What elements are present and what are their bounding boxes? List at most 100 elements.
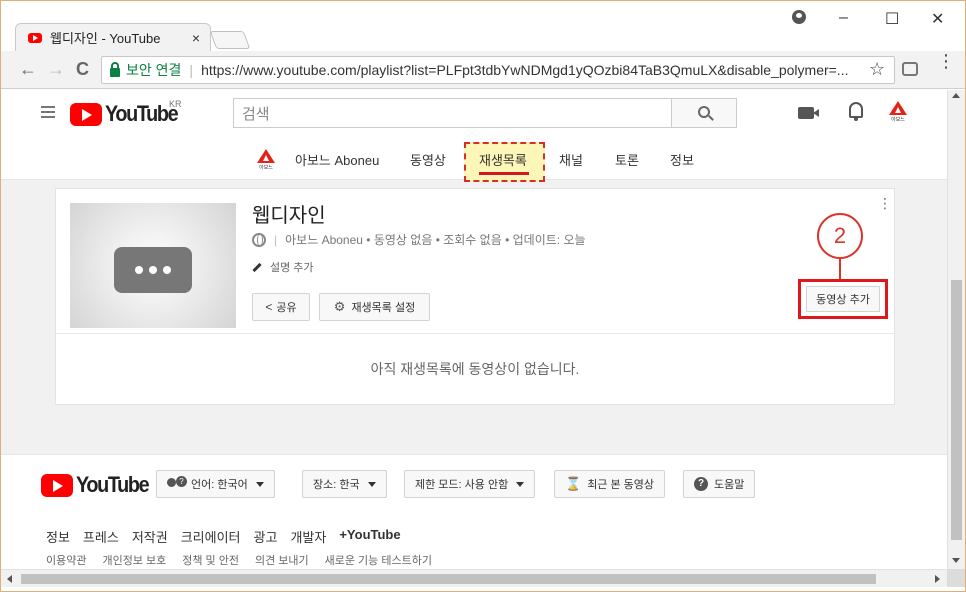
- account-icon[interactable]: [792, 10, 806, 24]
- footer-link[interactable]: +YouTube: [339, 527, 400, 546]
- chevron-down-icon: [255, 481, 264, 487]
- tab-playlists[interactable]: 재생목록: [479, 150, 527, 169]
- footer-sublink[interactable]: 의견 보내기: [255, 552, 309, 568]
- history-button[interactable]: ⌛ 최근 본 동영상: [554, 470, 666, 498]
- language-label: 언어: 한국어: [191, 479, 248, 491]
- tab-channel-name[interactable]: 아보느 Aboneu: [295, 150, 379, 169]
- close-window-button[interactable]: ✕: [931, 9, 944, 29]
- footer-youtube-logo[interactable]: YouTube: [41, 472, 156, 498]
- tab-videos[interactable]: 동영상: [410, 150, 446, 169]
- footer-link[interactable]: 개발자: [290, 527, 326, 546]
- browser-menu-icon[interactable]: ⋮: [937, 52, 955, 70]
- scroll-up-icon[interactable]: [952, 93, 960, 98]
- url-text[interactable]: https://www.youtube.com/playlist?list=PL…: [201, 62, 848, 78]
- channel-logo[interactable]: 아보느: [257, 149, 275, 171]
- youtube-wordmark: YouTube: [105, 101, 179, 126]
- minimize-button[interactable]: –: [839, 9, 848, 27]
- vertical-scrollbar[interactable]: [947, 90, 965, 569]
- hourglass-icon: ⌛: [565, 476, 582, 491]
- chevron-down-icon: [367, 481, 376, 487]
- maximize-button[interactable]: ☐: [885, 9, 899, 29]
- secure-label: 보안 연결: [126, 62, 182, 78]
- globe-icon[interactable]: [252, 232, 266, 247]
- lock-icon: [110, 61, 120, 77]
- new-tab-button[interactable]: [209, 31, 251, 49]
- playlist-title[interactable]: 웹디자인: [252, 199, 326, 228]
- footer-sublinks: 이용약관 개인정보 보호 정책 및 안전 의견 보내기 새로운 기능 테스트하기: [46, 552, 432, 568]
- browser-tab[interactable]: 웹디자인 - YouTube ×: [15, 23, 211, 51]
- location-button[interactable]: 장소: 한국: [302, 470, 387, 498]
- playlist-meta-text: 아보느 Aboneu • 동영상 없음 • 조회수 없음 • 업데이트: 오늘: [285, 233, 586, 247]
- horizontal-scroll-thumb[interactable]: [21, 574, 876, 584]
- address-bar[interactable]: 보안 연결 | https://www.youtube.com/playlist…: [101, 56, 895, 84]
- upload-video-icon[interactable]: [798, 107, 819, 119]
- bookmark-star-icon[interactable]: ☆: [869, 59, 885, 80]
- share-label: 공유: [276, 302, 297, 314]
- channel-logo-sub: 아보느: [259, 165, 273, 171]
- youtube-favicon-icon: [28, 32, 42, 43]
- language-icon: [167, 476, 187, 490]
- footer-link[interactable]: 광고: [254, 527, 278, 546]
- footer-link[interactable]: 크리에이터: [181, 527, 241, 546]
- youtube-header: YouTube KR 검색 아보느: [1, 90, 947, 138]
- scroll-right-icon[interactable]: [935, 575, 940, 583]
- footer-link[interactable]: 프레스: [83, 527, 119, 546]
- youtube-play-icon: [70, 102, 102, 126]
- scroll-down-icon[interactable]: [952, 558, 960, 563]
- tab-close-icon[interactable]: ×: [192, 30, 200, 46]
- search-button[interactable]: [671, 98, 737, 128]
- avatar-sub-label: 아보느: [891, 117, 905, 123]
- hamburger-menu-icon[interactable]: [41, 106, 55, 118]
- footer-sublink[interactable]: 이용약관: [46, 552, 86, 568]
- avatar[interactable]: 아보느: [888, 101, 908, 123]
- footer-sublink[interactable]: 개인정보 보호: [102, 552, 166, 568]
- add-video-highlight: 동영상 추가: [798, 279, 888, 319]
- playlist-meta: | 아보느 Aboneu • 동영상 없음 • 조회수 없음 • 업데이트: 오…: [252, 231, 586, 248]
- country-code: KR: [169, 99, 182, 109]
- omnibox-separator: |: [189, 62, 194, 78]
- share-button[interactable]: < 공유: [252, 293, 310, 321]
- restricted-mode-button[interactable]: 제한 모드: 사용 안함: [404, 470, 536, 498]
- reload-button[interactable]: C: [76, 59, 89, 80]
- restricted-mode-label: 제한 모드: 사용 안함: [415, 479, 509, 491]
- footer-link[interactable]: 저작권: [132, 527, 168, 546]
- tab-channels[interactable]: 채널: [559, 150, 583, 169]
- add-description-link[interactable]: 설명 추가: [252, 259, 314, 275]
- extension-icon[interactable]: [902, 62, 918, 76]
- search-icon: [698, 106, 710, 118]
- tab-about[interactable]: 정보: [670, 150, 694, 169]
- back-button[interactable]: ←: [19, 59, 37, 80]
- youtube-play-icon: [41, 473, 73, 497]
- playlist-header-card: 웹디자인 | 아보느 Aboneu • 동영상 없음 • 조회수 없음 • 업데…: [55, 188, 895, 333]
- page-footer: YouTube 언어: 한국어 장소: 한국 제한 모드: 사용 안함 ⌛ 최근…: [1, 454, 947, 569]
- language-button[interactable]: 언어: 한국어: [156, 470, 275, 498]
- vertical-scroll-thumb[interactable]: [951, 280, 962, 540]
- abonu-logo-icon: [889, 101, 907, 115]
- playlist-settings-button[interactable]: ⚙ 재생목록 설정: [319, 293, 430, 321]
- add-video-button[interactable]: 동영상 추가: [806, 286, 880, 312]
- gear-icon: ⚙: [333, 299, 346, 314]
- abonu-logo-icon: [257, 149, 275, 163]
- playlist-thumbnail[interactable]: [70, 203, 236, 328]
- share-icon: <: [265, 300, 273, 314]
- history-label: 최근 본 동영상: [587, 479, 655, 491]
- dot: [163, 266, 171, 274]
- footer-link[interactable]: 정보: [46, 527, 70, 546]
- tab-discussion[interactable]: 토론: [615, 150, 639, 169]
- chevron-down-icon: [516, 481, 525, 487]
- more-options-icon[interactable]: ⋮: [878, 196, 892, 210]
- step-number-badge: 2: [817, 213, 863, 259]
- forward-button[interactable]: →: [47, 59, 65, 80]
- pencil-icon: [252, 262, 262, 272]
- footer-sublink[interactable]: 새로운 기능 테스트하기: [325, 552, 432, 568]
- add-description-label: 설명 추가: [270, 262, 314, 274]
- meta-separator: |: [274, 232, 278, 247]
- horizontal-scrollbar[interactable]: [1, 569, 947, 587]
- notification-bell-icon[interactable]: [849, 102, 863, 121]
- help-button[interactable]: ? 도움말: [683, 470, 756, 498]
- footer-sublink[interactable]: 정책 및 안전: [182, 552, 239, 568]
- empty-playlist-icon: [114, 247, 192, 293]
- scroll-left-icon[interactable]: [7, 575, 12, 583]
- search-input[interactable]: 검색: [233, 98, 671, 128]
- location-label: 장소: 한국: [313, 479, 360, 491]
